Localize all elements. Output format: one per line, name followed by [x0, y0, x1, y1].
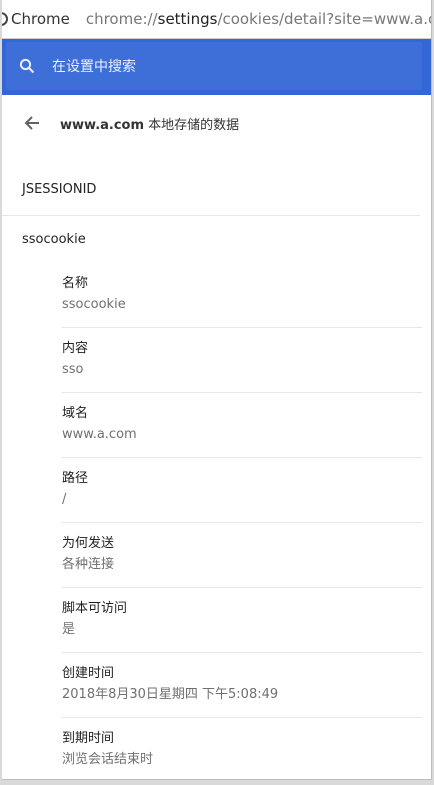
browser-label: Chrome — [11, 10, 70, 28]
search-placeholder: 在设置中搜索 — [52, 59, 136, 75]
detail-label: 内容 — [62, 341, 89, 356]
detail-path: 路径 / — [62, 458, 422, 523]
search-icon — [17, 56, 37, 76]
address-bar[interactable]: Chrome chrome://settings/cookies/detail?… — [2, 0, 431, 39]
detail-value: / — [62, 492, 67, 507]
detail-label: 到期时间 — [62, 731, 115, 746]
page-header: www.a.com 本地存储的数据 — [2, 95, 431, 151]
detail-value: ssocookie — [62, 297, 126, 312]
detail-label: 创建时间 — [62, 666, 115, 681]
detail-value: 是 — [62, 622, 76, 637]
browser-window: Chrome chrome://settings/cookies/detail?… — [2, 0, 432, 780]
cookie-item-jsessionid[interactable]: JSESSIONID — [2, 174, 420, 216]
site-info-icon[interactable] — [2, 10, 9, 28]
detail-label: 路径 — [62, 471, 89, 486]
detail-value: sso — [62, 362, 84, 377]
detail-domain: 域名 www.a.com — [62, 393, 422, 458]
detail-name: 名称 ssocookie — [62, 263, 422, 328]
detail-value: 浏览会话结束时 — [62, 752, 154, 767]
detail-label: 域名 — [62, 406, 89, 421]
detail-label: 名称 — [62, 276, 89, 291]
detail-value: www.a.com — [62, 427, 137, 442]
back-arrow-icon[interactable] — [22, 113, 42, 133]
detail-expires: 到期时间 浏览会话结束时 — [62, 718, 422, 779]
site-name: www.a.com — [60, 117, 145, 133]
title-suffix: 本地存储的数据 — [144, 117, 240, 133]
settings-search-box[interactable]: 在设置中搜索 — [6, 42, 422, 90]
detail-label: 脚本可访问 — [62, 601, 128, 616]
page-title: www.a.com 本地存储的数据 — [60, 114, 239, 133]
detail-send-for: 为何发送 各种连接 — [62, 523, 422, 588]
url-host: settings — [157, 10, 218, 28]
detail-value: 2018年8月30日星期四 下午5:08:49 — [62, 687, 279, 702]
cookie-details: 名称 ssocookie 内容 sso 域名 www.a.com 路径 / 为何… — [62, 263, 422, 779]
url-prefix: chrome:// — [85, 10, 158, 28]
detail-script-access: 脚本可访问 是 — [62, 588, 422, 653]
detail-content: 内容 sso — [62, 328, 422, 393]
detail-label: 为何发送 — [62, 536, 115, 551]
detail-value: 各种连接 — [62, 557, 115, 572]
cookie-item-ssocookie[interactable]: ssocookie — [2, 228, 420, 252]
detail-created: 创建时间 2018年8月30日星期四 下午5:08:49 — [62, 653, 422, 718]
url-path: /cookies/detail?site=www.a.com — [217, 10, 431, 28]
url-text[interactable]: chrome://settings/cookies/detail?site=ww… — [85, 10, 431, 28]
